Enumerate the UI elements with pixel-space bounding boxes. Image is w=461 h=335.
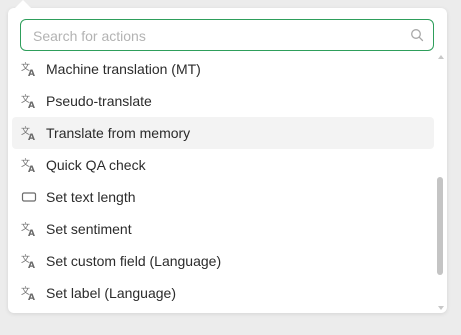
- action-item-pseudo-translate[interactable]: 文A Pseudo-translate: [12, 85, 434, 117]
- translate-icon: 文A: [21, 253, 37, 269]
- actions-list: 文A Machine translation (MT) 文A Pseudo-tr…: [12, 53, 434, 309]
- scroll-down-arrow-icon[interactable]: [438, 306, 444, 310]
- svg-text:A: A: [28, 101, 35, 109]
- svg-text:A: A: [28, 293, 35, 301]
- action-label: Set custom field (Language): [46, 253, 222, 269]
- translate-icon: 文A: [21, 125, 37, 141]
- action-label: Quick QA check: [46, 157, 146, 173]
- action-item-machine-translation[interactable]: 文A Machine translation (MT): [12, 53, 434, 85]
- actions-dropdown: 文A Machine translation (MT) 文A Pseudo-tr…: [8, 8, 447, 313]
- svg-text:A: A: [28, 133, 35, 141]
- svg-text:A: A: [28, 165, 35, 173]
- scrollbar-thumb[interactable]: [437, 177, 443, 275]
- action-item-quick-qa-check[interactable]: 文A Quick QA check: [12, 149, 434, 181]
- translate-icon: 文A: [21, 61, 37, 77]
- search-icon: [410, 28, 424, 42]
- action-item-translate-from-memory[interactable]: 文A Translate from memory: [12, 117, 434, 149]
- action-item-set-sentiment[interactable]: 文A Set sentiment: [12, 213, 434, 245]
- action-item-set-custom-field[interactable]: 文A Set custom field (Language): [12, 245, 434, 277]
- svg-text:A: A: [28, 229, 35, 237]
- translate-icon: 文A: [21, 93, 37, 109]
- translate-icon: 文A: [21, 285, 37, 301]
- scroll-up-arrow-icon[interactable]: [438, 55, 444, 59]
- action-label: Set sentiment: [46, 221, 132, 237]
- search-input[interactable]: [31, 25, 405, 47]
- action-item-set-text-length[interactable]: Set text length: [12, 181, 434, 213]
- action-label: Set label (Language): [46, 285, 176, 301]
- svg-text:A: A: [28, 261, 35, 269]
- svg-text:A: A: [28, 69, 35, 77]
- action-label: Pseudo-translate: [46, 93, 152, 109]
- scrollbar[interactable]: [437, 52, 445, 310]
- action-item-set-label[interactable]: 文A Set label (Language): [12, 277, 434, 309]
- translate-icon: 文A: [21, 157, 37, 173]
- action-label: Translate from memory: [46, 125, 191, 141]
- translate-icon: 文A: [21, 221, 37, 237]
- popover-caret: [14, 0, 32, 9]
- text-field-icon: [21, 189, 37, 205]
- action-label: Machine translation (MT): [46, 61, 201, 77]
- search-box[interactable]: [20, 19, 434, 51]
- action-label: Set text length: [46, 189, 136, 205]
